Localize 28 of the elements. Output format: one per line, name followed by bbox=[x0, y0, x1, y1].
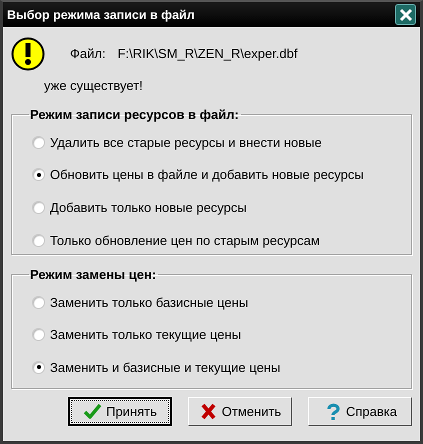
close-icon bbox=[398, 6, 414, 22]
file-path: F:\RIK\SM_R\ZEN_R\exper.dbf bbox=[118, 46, 298, 61]
radio-button[interactable] bbox=[32, 328, 45, 342]
message-text: уже существует! bbox=[44, 78, 144, 93]
radio-button[interactable] bbox=[32, 360, 45, 374]
file-label: Файл: bbox=[70, 46, 106, 61]
option-label[interactable]: Удалить все старые ресурсы и внести новые bbox=[50, 134, 322, 150]
dialog-button[interactable]: Принять bbox=[68, 397, 172, 426]
option-label[interactable]: Заменить только текущие цены bbox=[50, 327, 242, 342]
warning-icon bbox=[11, 37, 45, 71]
check-icon bbox=[83, 402, 102, 421]
radio-button[interactable] bbox=[32, 136, 45, 149]
window-title: Выбор режима записи в файл bbox=[7, 8, 195, 22]
radio-button[interactable] bbox=[32, 168, 45, 182]
option-label[interactable]: Добавить только новые ресурсы bbox=[50, 200, 247, 215]
option-label[interactable]: Заменить только базисные цены bbox=[50, 294, 248, 310]
option-label[interactable]: Заменить и базисные и текущие цены bbox=[50, 360, 280, 375]
group-title: Режим замены цен: bbox=[29, 267, 158, 282]
radio-button[interactable] bbox=[32, 234, 45, 247]
radio-button[interactable] bbox=[32, 296, 45, 309]
option-label[interactable]: Обновить цены в файле и добавить новые ресурсы bbox=[50, 167, 364, 182]
close-button[interactable] bbox=[395, 4, 416, 25]
cross-icon bbox=[198, 402, 218, 421]
radio-button[interactable] bbox=[32, 200, 45, 214]
option-label[interactable]: Только обновление цен по старым ресурсам bbox=[50, 232, 320, 248]
dialog-button[interactable]: Отменить bbox=[188, 397, 292, 426]
dialog-button[interactable]: Справка bbox=[308, 397, 412, 426]
group-title: Режим записи ресурсов в файл: bbox=[29, 107, 240, 122]
